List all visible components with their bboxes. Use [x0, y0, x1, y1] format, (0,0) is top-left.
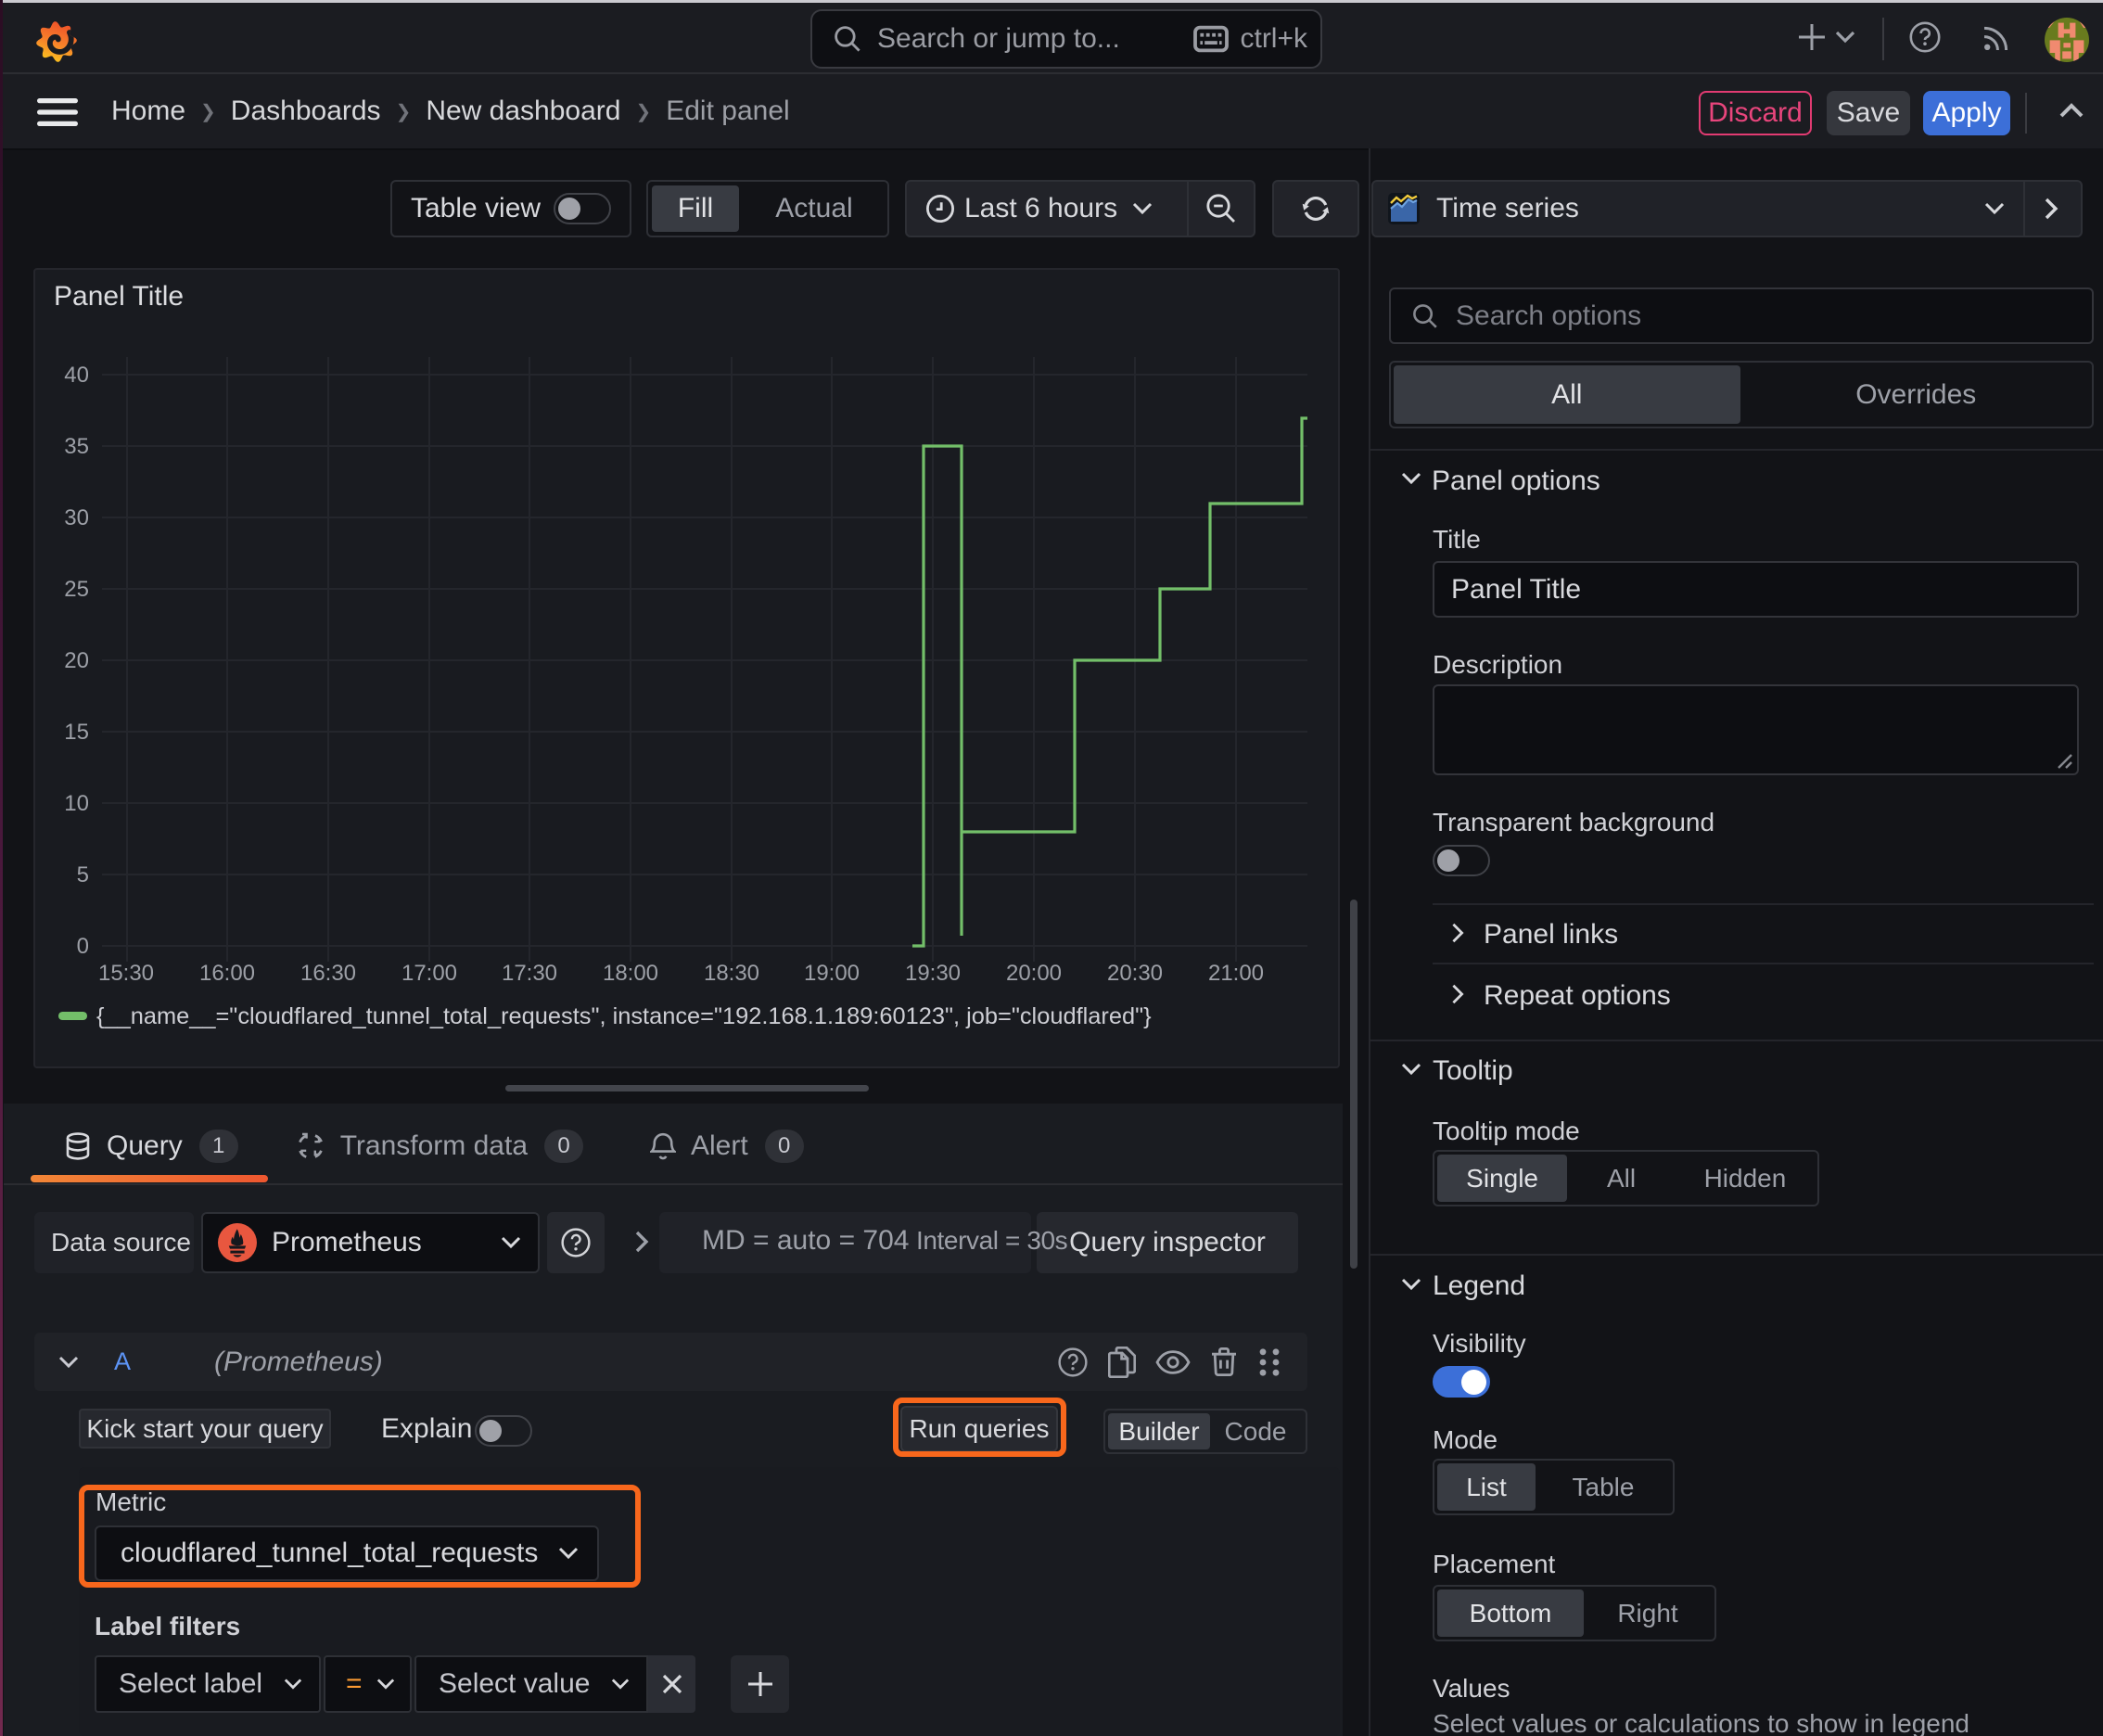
svg-text:16:30: 16:30: [300, 961, 356, 986]
svg-text:19:30: 19:30: [905, 961, 961, 986]
svg-text:17:30: 17:30: [502, 961, 557, 986]
svg-text:18:30: 18:30: [704, 961, 759, 986]
svg-text:17:00: 17:00: [401, 961, 457, 986]
svg-text:18:00: 18:00: [603, 961, 658, 986]
svg-text:0: 0: [77, 934, 89, 959]
svg-text:30: 30: [64, 505, 89, 530]
svg-text:40: 40: [64, 363, 89, 388]
svg-text:20:00: 20:00: [1006, 961, 1062, 986]
svg-text:20:30: 20:30: [1107, 961, 1163, 986]
svg-text:35: 35: [64, 434, 89, 459]
svg-text:16:00: 16:00: [199, 961, 255, 986]
svg-text:19:00: 19:00: [804, 961, 860, 986]
svg-text:15:30: 15:30: [98, 961, 154, 986]
svg-text:25: 25: [64, 577, 89, 602]
svg-text:15: 15: [64, 720, 89, 745]
svg-text:20: 20: [64, 648, 89, 673]
svg-text:{__name__="cloudflared_tunnel_: {__name__="cloudflared_tunnel_total_requ…: [96, 1003, 1152, 1029]
svg-text:5: 5: [77, 862, 89, 887]
svg-text:10: 10: [64, 791, 89, 816]
svg-text:21:00: 21:00: [1208, 961, 1264, 986]
